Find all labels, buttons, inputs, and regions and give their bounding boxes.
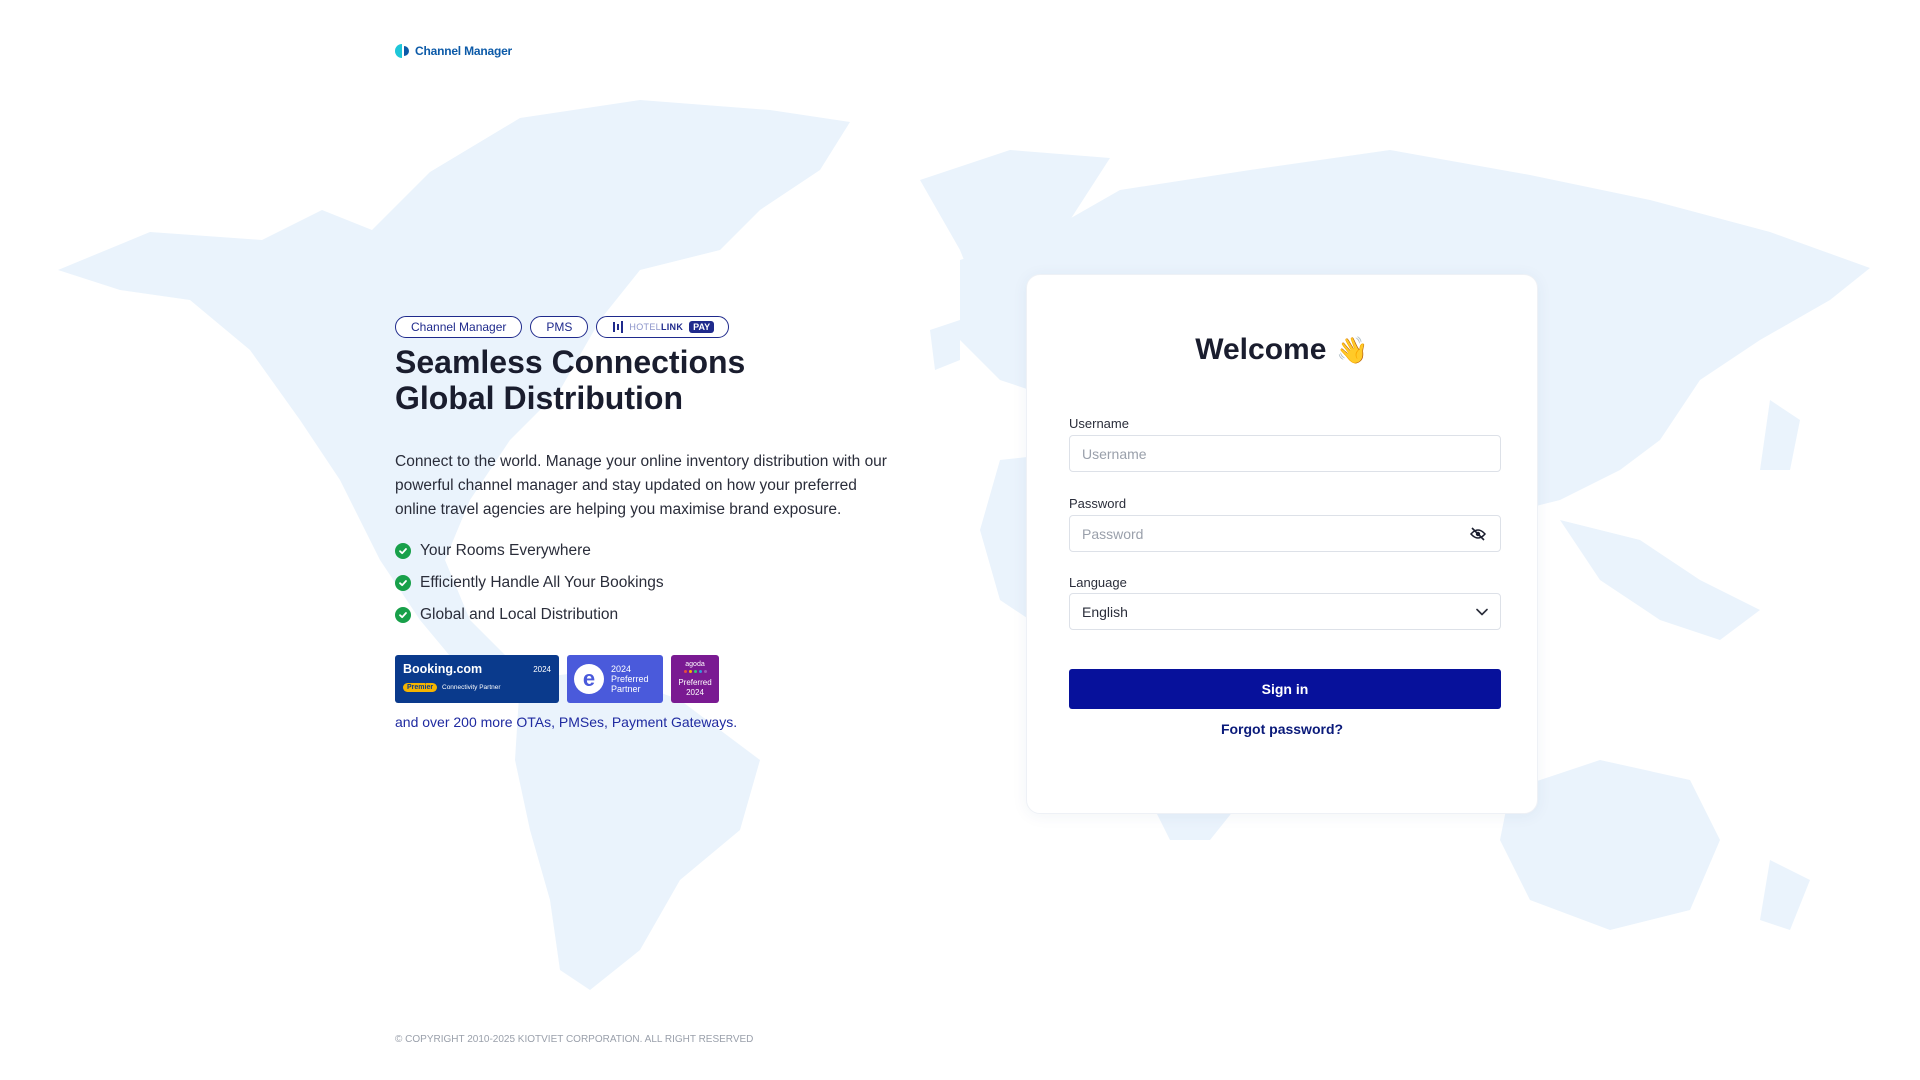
channel-manager-logo-icon [395, 44, 409, 58]
agoda-badge-text: Preferred 2024 [678, 677, 712, 697]
welcome-text: Welcome [1195, 333, 1327, 366]
map-japan [1760, 400, 1800, 470]
check-circle-icon [395, 543, 411, 559]
tag-channel-manager[interactable]: Channel Manager [395, 316, 523, 338]
headline-line-1: Seamless Connections [395, 344, 746, 380]
agoda-dots-icon [683, 669, 707, 673]
language-select[interactable]: English [1069, 593, 1501, 630]
hotellink-icon [613, 321, 624, 333]
feature-label: Your Rooms Everywhere [420, 542, 591, 559]
language-label: Language [1069, 575, 1127, 590]
feature-item: Your Rooms Everywhere [395, 535, 915, 567]
partner-badges: Booking.com 2024 Premier Connectivity Pa… [395, 655, 915, 703]
password-input[interactable] [1069, 515, 1501, 552]
check-circle-icon [395, 575, 411, 591]
hero-description: Connect to the world. Manage your online… [395, 453, 887, 518]
hotellink-text: HOTELLINK [629, 322, 684, 332]
world-map-background [58, 100, 1870, 990]
hero-headline: Seamless Connections Global Distribution [395, 344, 915, 416]
copyright-footer: © COPYRIGHT 2010-2025 KIOTVIET CORPORATI… [395, 1034, 754, 1045]
booking-badge-title: Booking.com [403, 662, 483, 676]
welcome-title: Welcome 👋 [1027, 333, 1537, 367]
login-card: Welcome 👋 Username Password Language Eng… [1026, 274, 1538, 814]
headline-line-2: Global Distribution [395, 380, 683, 416]
agoda-logo-text: agoda [685, 660, 705, 668]
feature-item: Global and Local Distribution [395, 599, 915, 631]
feature-label: Global and Local Distribution [420, 606, 619, 623]
password-label: Password [1069, 496, 1127, 511]
booking-badge-tier: Premier [403, 683, 438, 692]
feature-label: Efficiently Handle All Your Bookings [420, 574, 664, 591]
tag-pms[interactable]: PMS [530, 316, 589, 338]
forgot-password-link[interactable]: Forgot password? [1027, 721, 1537, 737]
feature-item: Efficiently Handle All Your Bookings [395, 567, 915, 599]
logo-text: Channel Manager [415, 44, 513, 58]
more-integrations-text: and over 200 more OTAs, PMSes, Payment G… [395, 714, 738, 730]
sign-in-button[interactable]: Sign in [1069, 669, 1501, 709]
chevron-down-icon [1476, 608, 1488, 615]
map-uk [930, 320, 960, 370]
eye-off-icon[interactable] [1467, 523, 1489, 545]
booking-badge-year: 2024 [533, 665, 551, 674]
username-input[interactable] [1069, 435, 1501, 472]
agoda-partner-badge: agoda Preferred 2024 [671, 655, 719, 703]
product-tags: Channel Manager PMS HOTELLINK PAY [395, 316, 915, 338]
login-page: Channel Manager Channel Manager PMS HOTE… [0, 0, 1920, 1080]
tag-hotellink-pay[interactable]: HOTELLINK PAY [596, 316, 730, 338]
map-southeast-asia [1560, 520, 1760, 640]
map-new-zealand [1760, 860, 1810, 930]
expedia-partner-badge: e 2024 Preferred Partner [567, 655, 663, 703]
language-value: English [1082, 603, 1128, 620]
expedia-badge-text: 2024 Preferred Partner [611, 664, 649, 694]
brand-logo[interactable]: Channel Manager [395, 43, 512, 59]
hero-section: Channel Manager PMS HOTELLINK PAY Seamle… [395, 316, 915, 730]
booking-badge-label: Connectivity Partner [442, 684, 501, 691]
booking-partner-badge: Booking.com 2024 Premier Connectivity Pa… [395, 655, 559, 703]
waving-hand-icon: 👋 [1336, 334, 1369, 365]
username-label: Username [1069, 416, 1129, 431]
hotellink-pay-label: PAY [689, 321, 715, 333]
feature-list: Your Rooms Everywhere Efficiently Handle… [395, 535, 915, 631]
expedia-logo-icon: e [574, 664, 604, 694]
check-circle-icon [395, 607, 411, 623]
